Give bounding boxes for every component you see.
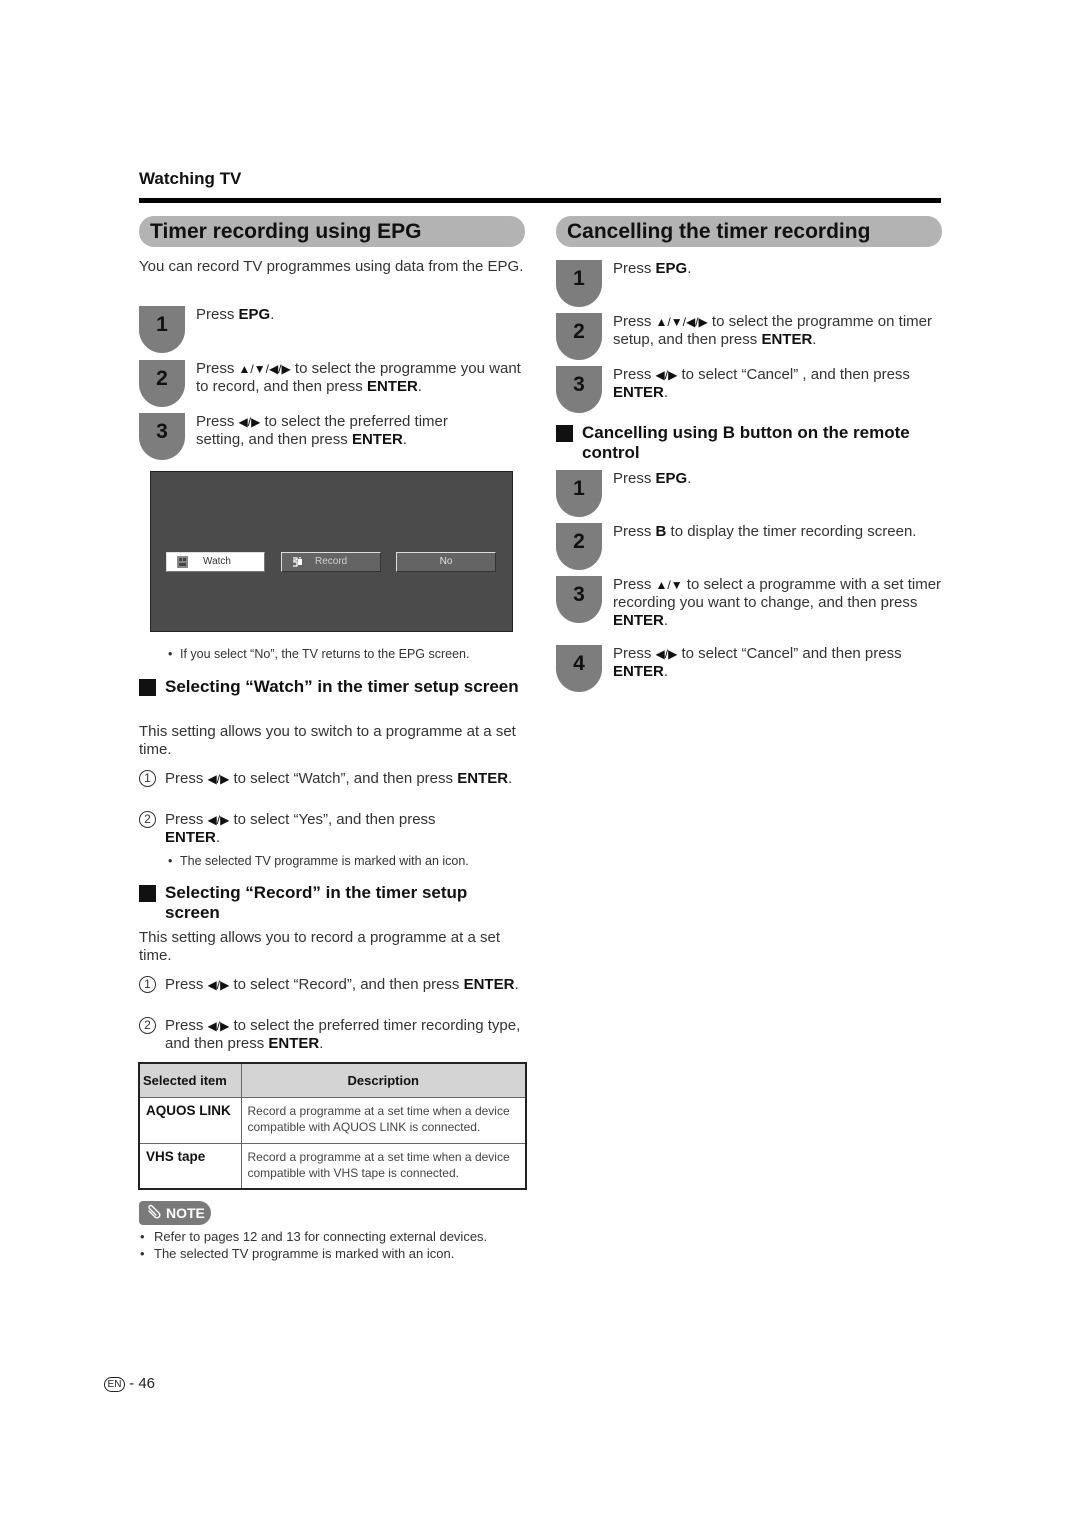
arrow-keys-icon: ▲/▼/◀/▶ [655,315,708,329]
circled-number: 2 [139,1017,156,1034]
step-number-badge: 3 [556,366,602,413]
header-rule [139,198,941,203]
record-icon [293,557,302,567]
arrow-keys-icon: ▲/▼ [655,578,683,592]
table-row: VHS tape Record a programme at a set tim… [138,1142,527,1190]
step-number-badge: 2 [556,313,602,360]
step-text: Press ◀/▶ to select the preferred timer … [196,413,448,448]
tv-watch-button[interactable]: Watch [166,552,265,572]
table-header: Selected item [138,1062,242,1098]
step-number-badge: 1 [139,306,185,353]
note-item: The selected TV programme is marked with… [140,1246,454,1262]
step-number-badge: 2 [556,523,602,570]
step-text: Press ◀/▶ to select “Cancel” and then pr… [613,645,902,680]
record-intro: This setting allows you to record a prog… [139,929,500,964]
table-header: Description [240,1062,527,1098]
tv-screen-illustration: Watch Record No [150,471,513,632]
step-text: Press EPG. [613,470,692,487]
step-text: Press ◀/▶ to select “Cancel” , and then … [613,366,910,401]
arrow-keys-icon: ◀/▶ [655,647,678,661]
step-text: Press ▲/▼/◀/▶ to select the programme on… [613,313,932,348]
watch-section-heading: Selecting “Watch” in the timer setup scr… [139,677,519,697]
left-intro: You can record TV programmes using data … [139,258,524,275]
step-text: Press ▲/▼/◀/▶ to select the programme yo… [196,360,521,395]
tv-no-button[interactable]: No [396,552,496,572]
table-cell-item: VHS tape [138,1142,242,1190]
record-step-1: 1 Press ◀/▶ to select “Record”, and then… [139,976,524,994]
table-header-row: Selected item Description [138,1062,527,1098]
step-number-badge: 1 [556,260,602,307]
step-number-badge: 3 [139,413,185,460]
table-cell-description: Record a programme at a set time when a … [240,1096,527,1144]
table-cell-description: Record a programme at a set time when a … [240,1142,527,1190]
step-number-badge: 4 [556,645,602,692]
arrow-keys-icon: ▲/▼/◀/▶ [238,362,291,376]
right-section-title: Cancelling the timer recording [556,216,942,247]
table-cell-item: AQUOS LINK [138,1096,242,1144]
arrow-keys-icon: ◀/▶ [207,772,230,786]
watch-intro: This setting allows you to switch to a p… [139,723,516,758]
circled-number: 1 [139,976,156,993]
record-step-2: 2 Press ◀/▶ to select the preferred time… [139,1017,529,1053]
record-section-heading: Selecting “Record” in the timer setup sc… [139,883,519,923]
section-square-icon [139,679,156,696]
arrow-keys-icon: ◀/▶ [207,978,230,992]
note-item: Refer to pages 12 and 13 for connecting … [140,1229,487,1245]
step-text: Press EPG. [613,260,692,277]
recording-type-table: Selected item Description AQUOS LINK Rec… [138,1062,527,1190]
watch-note: The selected TV programme is marked with… [168,853,520,869]
note-badge: NOTE [139,1201,211,1225]
language-badge: EN [104,1377,125,1392]
watch-step-2: 2 Press ◀/▶ to select “Yes”, and then pr… [139,811,524,847]
step-number-badge: 1 [556,470,602,517]
circled-number: 1 [139,770,156,787]
screen-note: If you select “No”, the TV returns to th… [168,646,520,662]
arrow-keys-icon: ◀/▶ [207,813,230,827]
step-number-badge: 3 [556,576,602,623]
section-square-icon [139,885,156,902]
step-text: Press ▲/▼ to select a programme with a s… [613,576,942,629]
paperclip-icon [148,1204,161,1219]
tv-record-button[interactable]: Record [281,552,381,572]
section-square-icon [556,425,573,442]
step-number-badge: 2 [139,360,185,407]
watch-step-1: 1 Press ◀/▶ to select “Watch”, and then … [139,770,524,788]
table-row: AQUOS LINK Record a programme at a set t… [138,1096,527,1144]
watch-icon [177,556,188,568]
section-label: Watching TV [139,169,242,188]
left-section-title: Timer recording using EPG [139,216,525,247]
step-text: Press B to display the timer recording s… [613,523,917,540]
circled-number: 2 [139,811,156,828]
b-button-section-heading: Cancelling using B button on the remote … [556,423,941,463]
step-text: Press EPG. [196,306,275,323]
arrow-keys-icon: ◀/▶ [655,368,678,382]
arrow-keys-icon: ◀/▶ [207,1019,230,1033]
page-number: EN - 46 [104,1375,155,1392]
arrow-keys-icon: ◀/▶ [238,415,261,429]
